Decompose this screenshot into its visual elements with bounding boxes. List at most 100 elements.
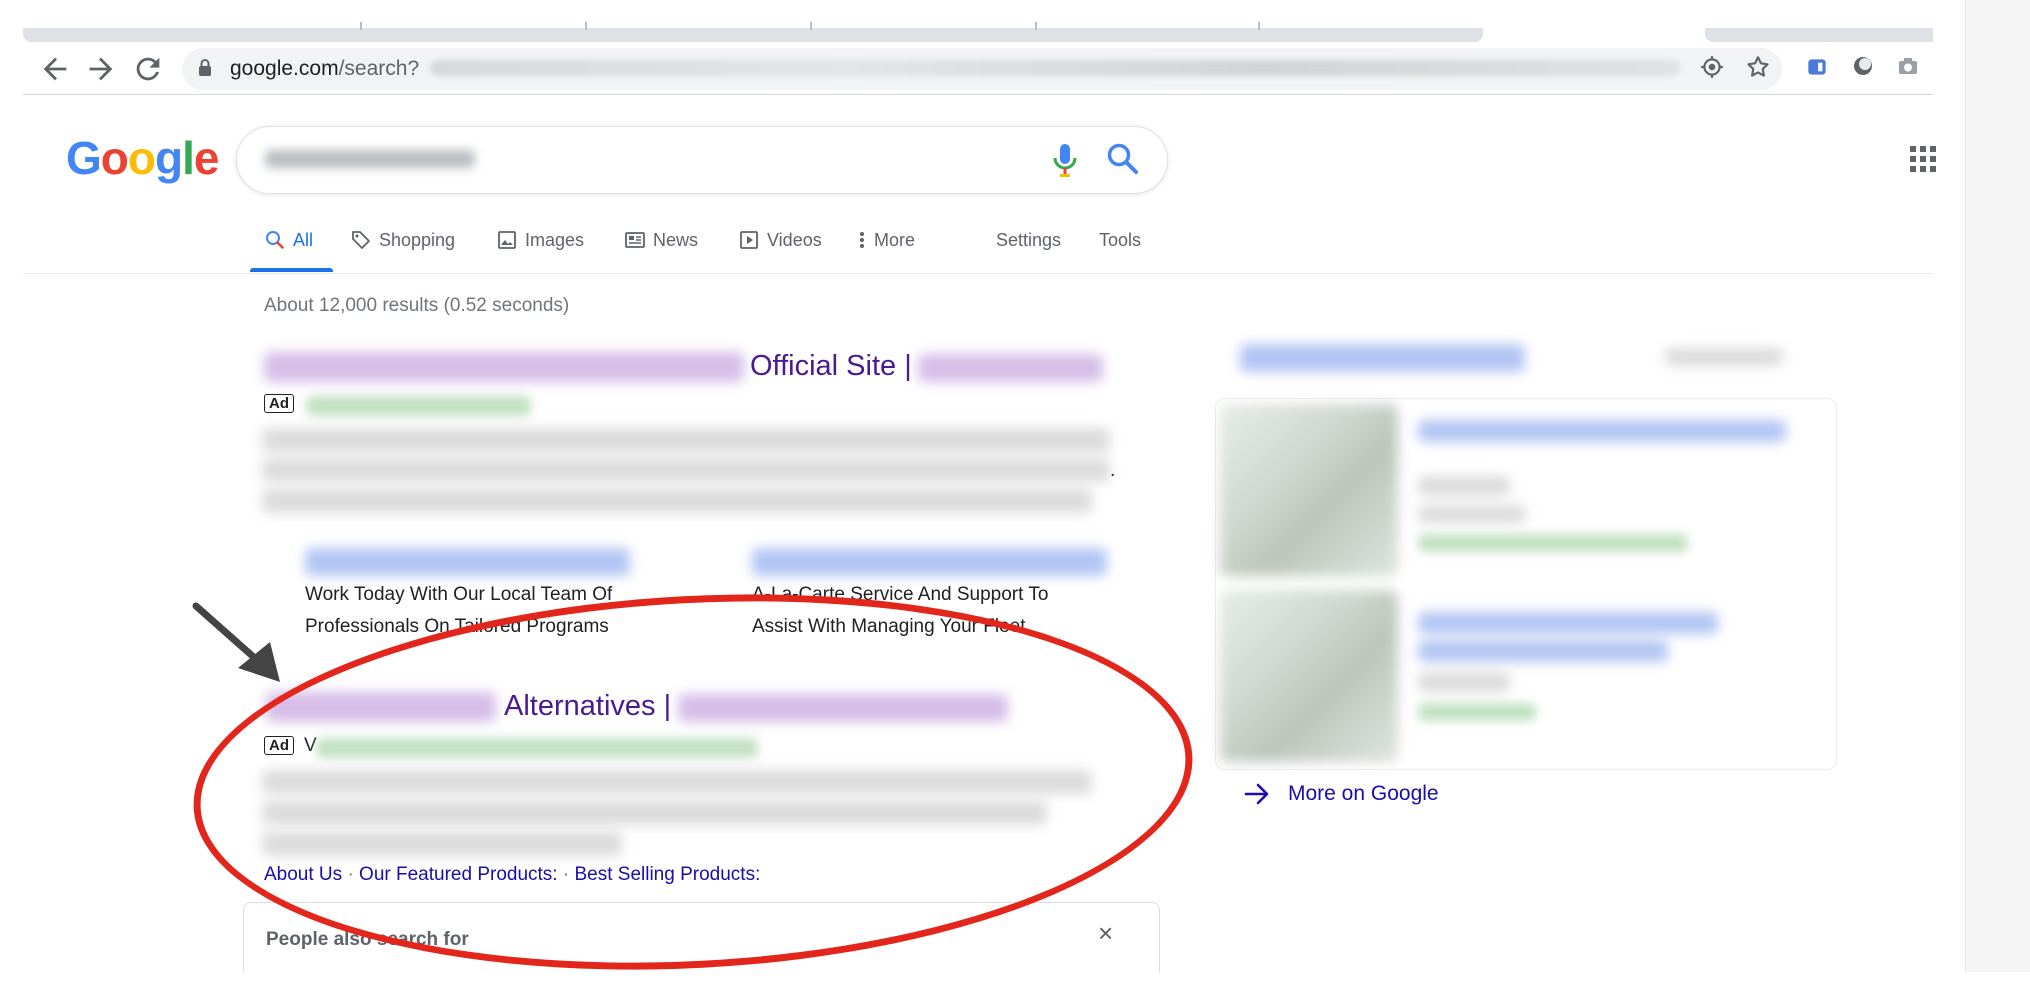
image-icon [498,231,516,249]
tab-label: Shopping [379,230,456,250]
ad1-display-url-redacted [306,396,531,416]
more-on-google-link[interactable]: More on Google [1288,779,1439,809]
ad2-display-url-redacted [316,738,758,758]
tab-separator [1035,22,1037,30]
google-logo[interactable]: Google [66,130,219,186]
ad2-description-redacted [262,770,1092,794]
ad1-description-redacted [262,458,1110,482]
tab-images[interactable]: Images [497,226,584,254]
product-title-redacted[interactable] [1418,612,1718,634]
search-icon [266,231,284,249]
tab-news[interactable]: News [625,226,698,254]
annotation-arrow-icon [192,602,280,682]
ad1-title[interactable]: Official Site | [750,348,912,384]
close-icon[interactable]: × [1098,918,1113,948]
news-icon [625,232,645,248]
ad1-title-domain-redacted [918,354,1103,382]
best-selling-products-link[interactable]: Best Selling Products: [574,864,760,885]
ad2-links: About Us · Our Featured Products: · Best… [264,861,760,889]
forward-button[interactable] [84,52,118,86]
link-separator: · [562,864,570,885]
shopping-panel-title-redacted [1240,344,1525,372]
more-vert-icon [860,232,864,248]
product-title-redacted[interactable] [1418,640,1668,662]
url-path: /search? [338,57,420,80]
people-also-search-title: People also search for [266,929,469,950]
ad1-description-redacted [262,428,1110,452]
back-button[interactable] [38,52,72,86]
arrow-right-icon[interactable] [1243,780,1271,808]
tab-bar [23,28,1483,42]
ad2-title-suffix-redacted [678,694,1008,722]
url-query-redacted [430,60,1680,76]
tab-label: Images [525,230,585,250]
url-domain: google.com [230,57,339,80]
reload-button[interactable] [131,52,165,86]
ad1-sitelink-title-redacted[interactable] [752,548,1107,576]
sitelink-line: Assist With Managing Your Fleet [752,616,1026,637]
link-separator: · [347,864,354,885]
product-seller-redacted [1418,505,1526,523]
sitelink-line: A-La-Carte Service And Support To [752,584,1049,605]
ad1-badge-wrap: Ad [264,394,294,413]
product-image[interactable] [1220,590,1398,762]
settings-link[interactable]: Settings [996,226,1061,254]
search-query-redacted [265,150,475,168]
play-icon [740,231,758,249]
product-image[interactable] [1220,404,1398,576]
tools-link[interactable]: Tools [1099,226,1141,254]
ad2-display-url-start: V [304,735,317,756]
product-shipping-redacted [1418,534,1688,552]
ad1-description-redacted [262,489,1092,513]
featured-products-link[interactable]: Our Featured Products: [359,864,558,885]
header-divider [23,273,1933,274]
tab-more[interactable]: More [858,226,915,254]
ad2-title[interactable]: Alternatives | [504,688,671,724]
arrow-left-icon [43,57,67,81]
ad1-sitelink-title-redacted[interactable] [305,548,630,576]
search-icon[interactable] [1106,142,1140,176]
tab-label: News [653,230,699,250]
sitelink-description: Work Today With Our Local Team Of Profes… [305,579,612,643]
extension-icon[interactable] [1802,54,1832,84]
ad2-description-redacted [262,801,1047,825]
product-seller-redacted [1418,703,1536,721]
shopping-sponsored-label-redacted [1665,348,1783,366]
extension-circle-icon[interactable] [1848,54,1878,84]
ad2-badge-wrap: Ad [264,736,294,755]
result-stats: About 12,000 results (0.52 seconds) [264,295,570,316]
tab-label: All [293,230,314,250]
tab-separator [1258,22,1260,30]
settings-label: Settings [996,230,1062,250]
reload-icon [136,57,160,81]
location-icon[interactable] [1697,54,1727,84]
tab-separator [810,22,812,30]
ad2-title-redacted [266,692,496,722]
tab-label: More [874,230,916,250]
camera-icon[interactable] [1893,54,1923,84]
microphone-icon[interactable] [1050,142,1080,178]
ad1-title-redacted [264,352,744,382]
tab-shopping[interactable]: Shopping [351,226,455,254]
sitelink-line: Work Today With Our Local Team Of [305,584,613,605]
ad-badge: Ad [264,394,294,413]
url-text[interactable]: google.com/search? [230,55,419,83]
tab-all[interactable]: All [265,226,313,254]
tools-label: Tools [1099,230,1142,250]
active-tab-indicator [250,268,333,272]
tab-videos[interactable]: Videos [739,226,822,254]
tab-label: Videos [767,230,822,250]
sitelink-line: Professionals On Tailored Programs [305,616,609,637]
sitelink-description: A-La-Carte Service And Support To Assist… [752,579,1048,643]
apps-grid-icon[interactable] [1910,146,1936,172]
arrow-right-icon [89,57,113,81]
tab-bar-right [1705,28,1933,42]
ad1-description-end: . [1110,460,1116,481]
about-us-link[interactable]: About Us [264,864,342,885]
product-price-redacted [1418,476,1510,496]
tab-separator [585,22,587,30]
tag-icon [352,231,370,249]
product-title-redacted[interactable] [1418,420,1786,442]
bookmark-star-icon[interactable] [1743,54,1773,84]
ad2-description-redacted [262,832,622,856]
